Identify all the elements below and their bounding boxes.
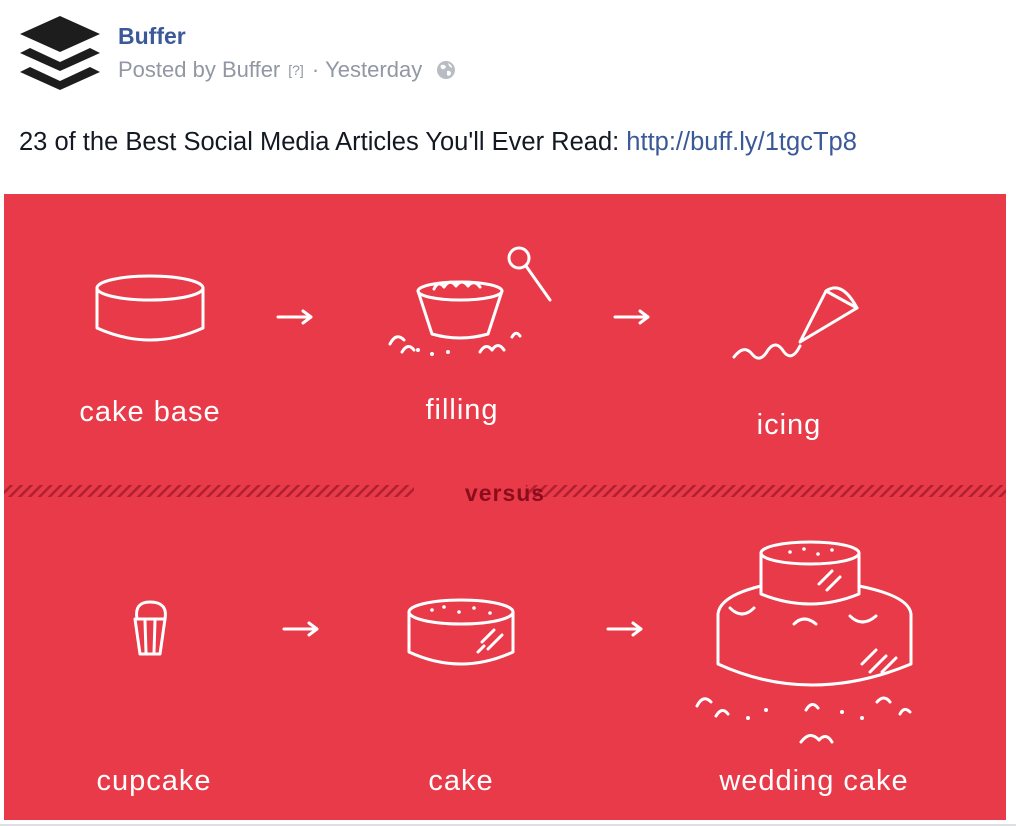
label-wedding-cake: wedding cake	[719, 765, 909, 797]
label-versus: versus	[464, 480, 546, 506]
arrow-icon-3	[282, 621, 319, 637]
icing-piping-bag-icon	[732, 286, 859, 360]
posted-by-label: Posted by Buffer	[118, 57, 281, 82]
post-image[interactable]: cake base filling icing versus cupcake c…	[4, 194, 1006, 820]
post-meta: Posted by Buffer [?] · Yesterday	[118, 57, 456, 83]
wedding-cake-icon	[695, 540, 913, 744]
cake-icon	[407, 598, 515, 666]
buffer-logo-icon[interactable]	[18, 14, 102, 96]
arrow-icon-2	[613, 309, 650, 325]
globe-icon[interactable]	[436, 60, 456, 80]
label-icing: icing	[756, 409, 822, 441]
cake-base-icon	[95, 274, 205, 342]
filling-bowl-icon	[388, 246, 552, 354]
post-timestamp[interactable]: Yesterday	[325, 57, 422, 83]
meta-separator: ·	[311, 57, 320, 82]
divider-hatch-left	[4, 485, 414, 497]
label-cupcake: cupcake	[96, 765, 212, 797]
label-cake: cake	[428, 765, 494, 797]
arrow-icon-1	[276, 309, 313, 325]
divider-hatch-right	[526, 485, 1006, 497]
post-link[interactable]: http://buff.ly/1tgcTp8	[626, 128, 857, 156]
page-name-link[interactable]: Buffer	[118, 23, 186, 50]
post-body-text: 23 of the Best Social Media Articles You…	[19, 128, 627, 156]
post-message: 23 of the Best Social Media Articles You…	[19, 128, 857, 157]
help-marker[interactable]: [?]	[288, 62, 304, 78]
label-filling: filling	[425, 394, 499, 426]
arrow-icon-4	[606, 621, 643, 637]
cupcake-icon	[133, 600, 167, 656]
label-cake-base: cake base	[79, 396, 221, 428]
